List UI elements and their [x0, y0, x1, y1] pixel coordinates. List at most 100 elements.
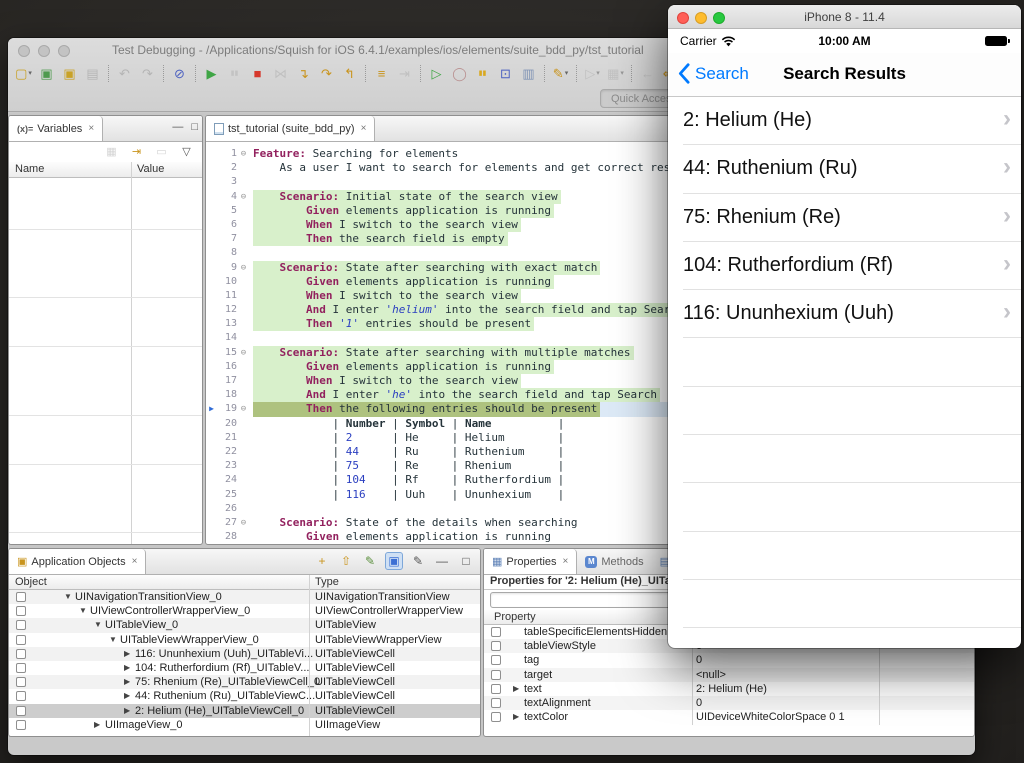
line-number[interactable]: 6	[217, 218, 237, 232]
close-tab-icon[interactable]: ×	[361, 123, 367, 134]
line-number[interactable]: 1	[217, 147, 237, 161]
maximize-view-icon[interactable]: □	[191, 121, 198, 133]
show-execution-point-icon[interactable]: ≡	[371, 63, 392, 84]
checkbox[interactable]	[16, 720, 26, 730]
fold-icon[interactable]: ⊖	[237, 346, 250, 360]
variables-table[interactable]	[9, 178, 202, 544]
checkbox[interactable]	[16, 606, 26, 616]
line-number[interactable]: 25	[217, 488, 237, 502]
locate-object-icon[interactable]: +	[313, 552, 331, 570]
fold-icon[interactable]: ⊖	[237, 190, 250, 204]
maximize-icon[interactable]: □	[457, 552, 475, 570]
checkbox[interactable]	[16, 663, 26, 673]
simulator-titlebar[interactable]: iPhone 8 - 11.4	[668, 5, 1021, 29]
step-into-icon[interactable]: ↴	[293, 63, 314, 84]
twisty-open-icon[interactable]: ▼	[94, 618, 102, 632]
col-name[interactable]: Name	[15, 163, 44, 175]
checkbox[interactable]	[16, 649, 26, 659]
minimize-icon[interactable]: —	[433, 552, 451, 570]
launch-aut-icon[interactable]: ▷	[426, 63, 447, 84]
close-tab-icon[interactable]: ×	[132, 556, 138, 567]
object-tree-row[interactable]: ▼UIViewControllerWrapperView_0UIViewCont…	[9, 604, 480, 618]
twisty-closed-icon[interactable]: ▶	[124, 689, 130, 703]
windows-icon[interactable]: ▥	[518, 63, 539, 84]
edit-object-icon[interactable]: ✎	[409, 552, 427, 570]
col-object[interactable]: Object	[15, 576, 47, 588]
line-number[interactable]: 2	[217, 161, 237, 175]
twisty-closed-icon[interactable]: ▶	[94, 718, 100, 732]
line-number[interactable]: 11	[217, 289, 237, 303]
line-number[interactable]: 5	[217, 204, 237, 218]
new-test-case-icon[interactable]: ▣	[36, 63, 57, 84]
property-row[interactable]: tag0	[484, 653, 974, 667]
line-number[interactable]: 20	[217, 417, 237, 431]
property-row[interactable]: ▶text2: Helium (He)	[484, 682, 974, 696]
table-cell[interactable]: 75: Rhenium (Re)›	[668, 194, 1021, 242]
line-number[interactable]: 13	[217, 317, 237, 331]
paste-test-case-icon[interactable]: ▣	[59, 63, 80, 84]
checkbox[interactable]	[491, 684, 501, 694]
line-number[interactable]: 3	[217, 175, 237, 189]
object-tree-row[interactable]: ▶UIImageView_0UIImageView	[9, 718, 480, 732]
line-number[interactable]: 26	[217, 502, 237, 516]
maximize-icon[interactable]	[58, 45, 70, 57]
minimize-view-icon[interactable]: —	[172, 121, 183, 133]
property-row[interactable]: target<null>	[484, 668, 974, 682]
checkbox[interactable]	[16, 592, 26, 602]
twisty-closed-icon[interactable]: ▶	[124, 675, 130, 689]
line-number[interactable]: 14	[217, 331, 237, 345]
line-number[interactable]: 7	[217, 232, 237, 246]
pick-parent-icon[interactable]: ⇧	[337, 552, 355, 570]
checkbox[interactable]	[16, 620, 26, 630]
col-type[interactable]: Type	[315, 576, 339, 588]
step-return-icon[interactable]: ↰	[339, 63, 360, 84]
object-tree-row[interactable]: ▶116: Ununhexium (Uuh)_UITableVi...UITab…	[9, 647, 480, 661]
fold-icon[interactable]: ⊖	[237, 402, 250, 416]
twisty-closed-icon[interactable]: ▶	[124, 661, 130, 675]
fold-icon[interactable]: ⊖	[237, 516, 250, 530]
twisty-closed-icon[interactable]: ▶	[513, 682, 519, 696]
quit-aut-icon[interactable]: ⊡	[495, 63, 516, 84]
twisty-closed-icon[interactable]: ▶	[124, 704, 130, 718]
table-cell[interactable]: 44: Ruthenium (Ru)›	[668, 145, 1021, 193]
twisty-closed-icon[interactable]: ▶	[513, 710, 519, 724]
checkbox[interactable]	[491, 641, 501, 651]
object-tree-row[interactable]: ▶104: Rutherfordium (Rf)_UITableV...UITa…	[9, 661, 480, 675]
line-number[interactable]: 9	[217, 261, 237, 275]
resume-icon[interactable]: ▶	[201, 63, 222, 84]
line-number[interactable]: 27	[217, 516, 237, 530]
record-snippet-icon[interactable]: ⊘	[169, 63, 190, 84]
table-cell[interactable]: 2: Helium (He)›	[668, 97, 1021, 145]
stop-icon[interactable]: ■	[247, 63, 268, 84]
pause-aut-icon[interactable]: ▮▮	[472, 63, 493, 84]
checkbox[interactable]	[491, 670, 501, 680]
table-cell[interactable]: 104: Rutherfordium (Rf)›	[668, 242, 1021, 290]
property-row[interactable]: ▶textColorUIDeviceWhiteColorSpace 0 1	[484, 710, 974, 724]
checkbox[interactable]	[16, 677, 26, 687]
twisty-open-icon[interactable]: ▼	[64, 590, 72, 604]
checkbox[interactable]	[491, 698, 501, 708]
line-number[interactable]: 12	[217, 303, 237, 317]
line-number[interactable]: 8	[217, 246, 237, 260]
object-tree-row[interactable]: ▼UITableView_0UITableView	[9, 618, 480, 632]
twisty-open-icon[interactable]: ▼	[109, 633, 117, 647]
line-number[interactable]: 4	[217, 190, 237, 204]
new-test-suite-icon[interactable]: ▢▾	[13, 63, 34, 84]
tab-methods[interactable]: M Methods	[577, 549, 651, 574]
object-highlight-icon[interactable]: ✎▾	[550, 63, 571, 84]
add-watch-icon[interactable]: ⇥	[128, 144, 145, 161]
tab-variables[interactable]: (x)= Variables ×	[9, 116, 103, 141]
color-picker-icon[interactable]: ✎	[361, 552, 379, 570]
line-number[interactable]: 28	[217, 530, 237, 544]
table-cell[interactable]: 116: Ununhexium (Uuh)›	[668, 290, 1021, 338]
line-number[interactable]: 23	[217, 459, 237, 473]
line-number[interactable]: 21	[217, 431, 237, 445]
line-number[interactable]: 15	[217, 346, 237, 360]
fold-icon[interactable]: ⊖	[237, 147, 250, 161]
checkbox[interactable]	[491, 655, 501, 665]
object-picker-icon[interactable]: ▣	[385, 552, 403, 570]
property-row[interactable]: textAlignment0	[484, 696, 974, 710]
line-number[interactable]: 24	[217, 473, 237, 487]
record-test-icon[interactable]: ◯	[449, 63, 470, 84]
object-tree-row[interactable]: ▼UINavigationTransitionView_0UINavigatio…	[9, 590, 480, 604]
